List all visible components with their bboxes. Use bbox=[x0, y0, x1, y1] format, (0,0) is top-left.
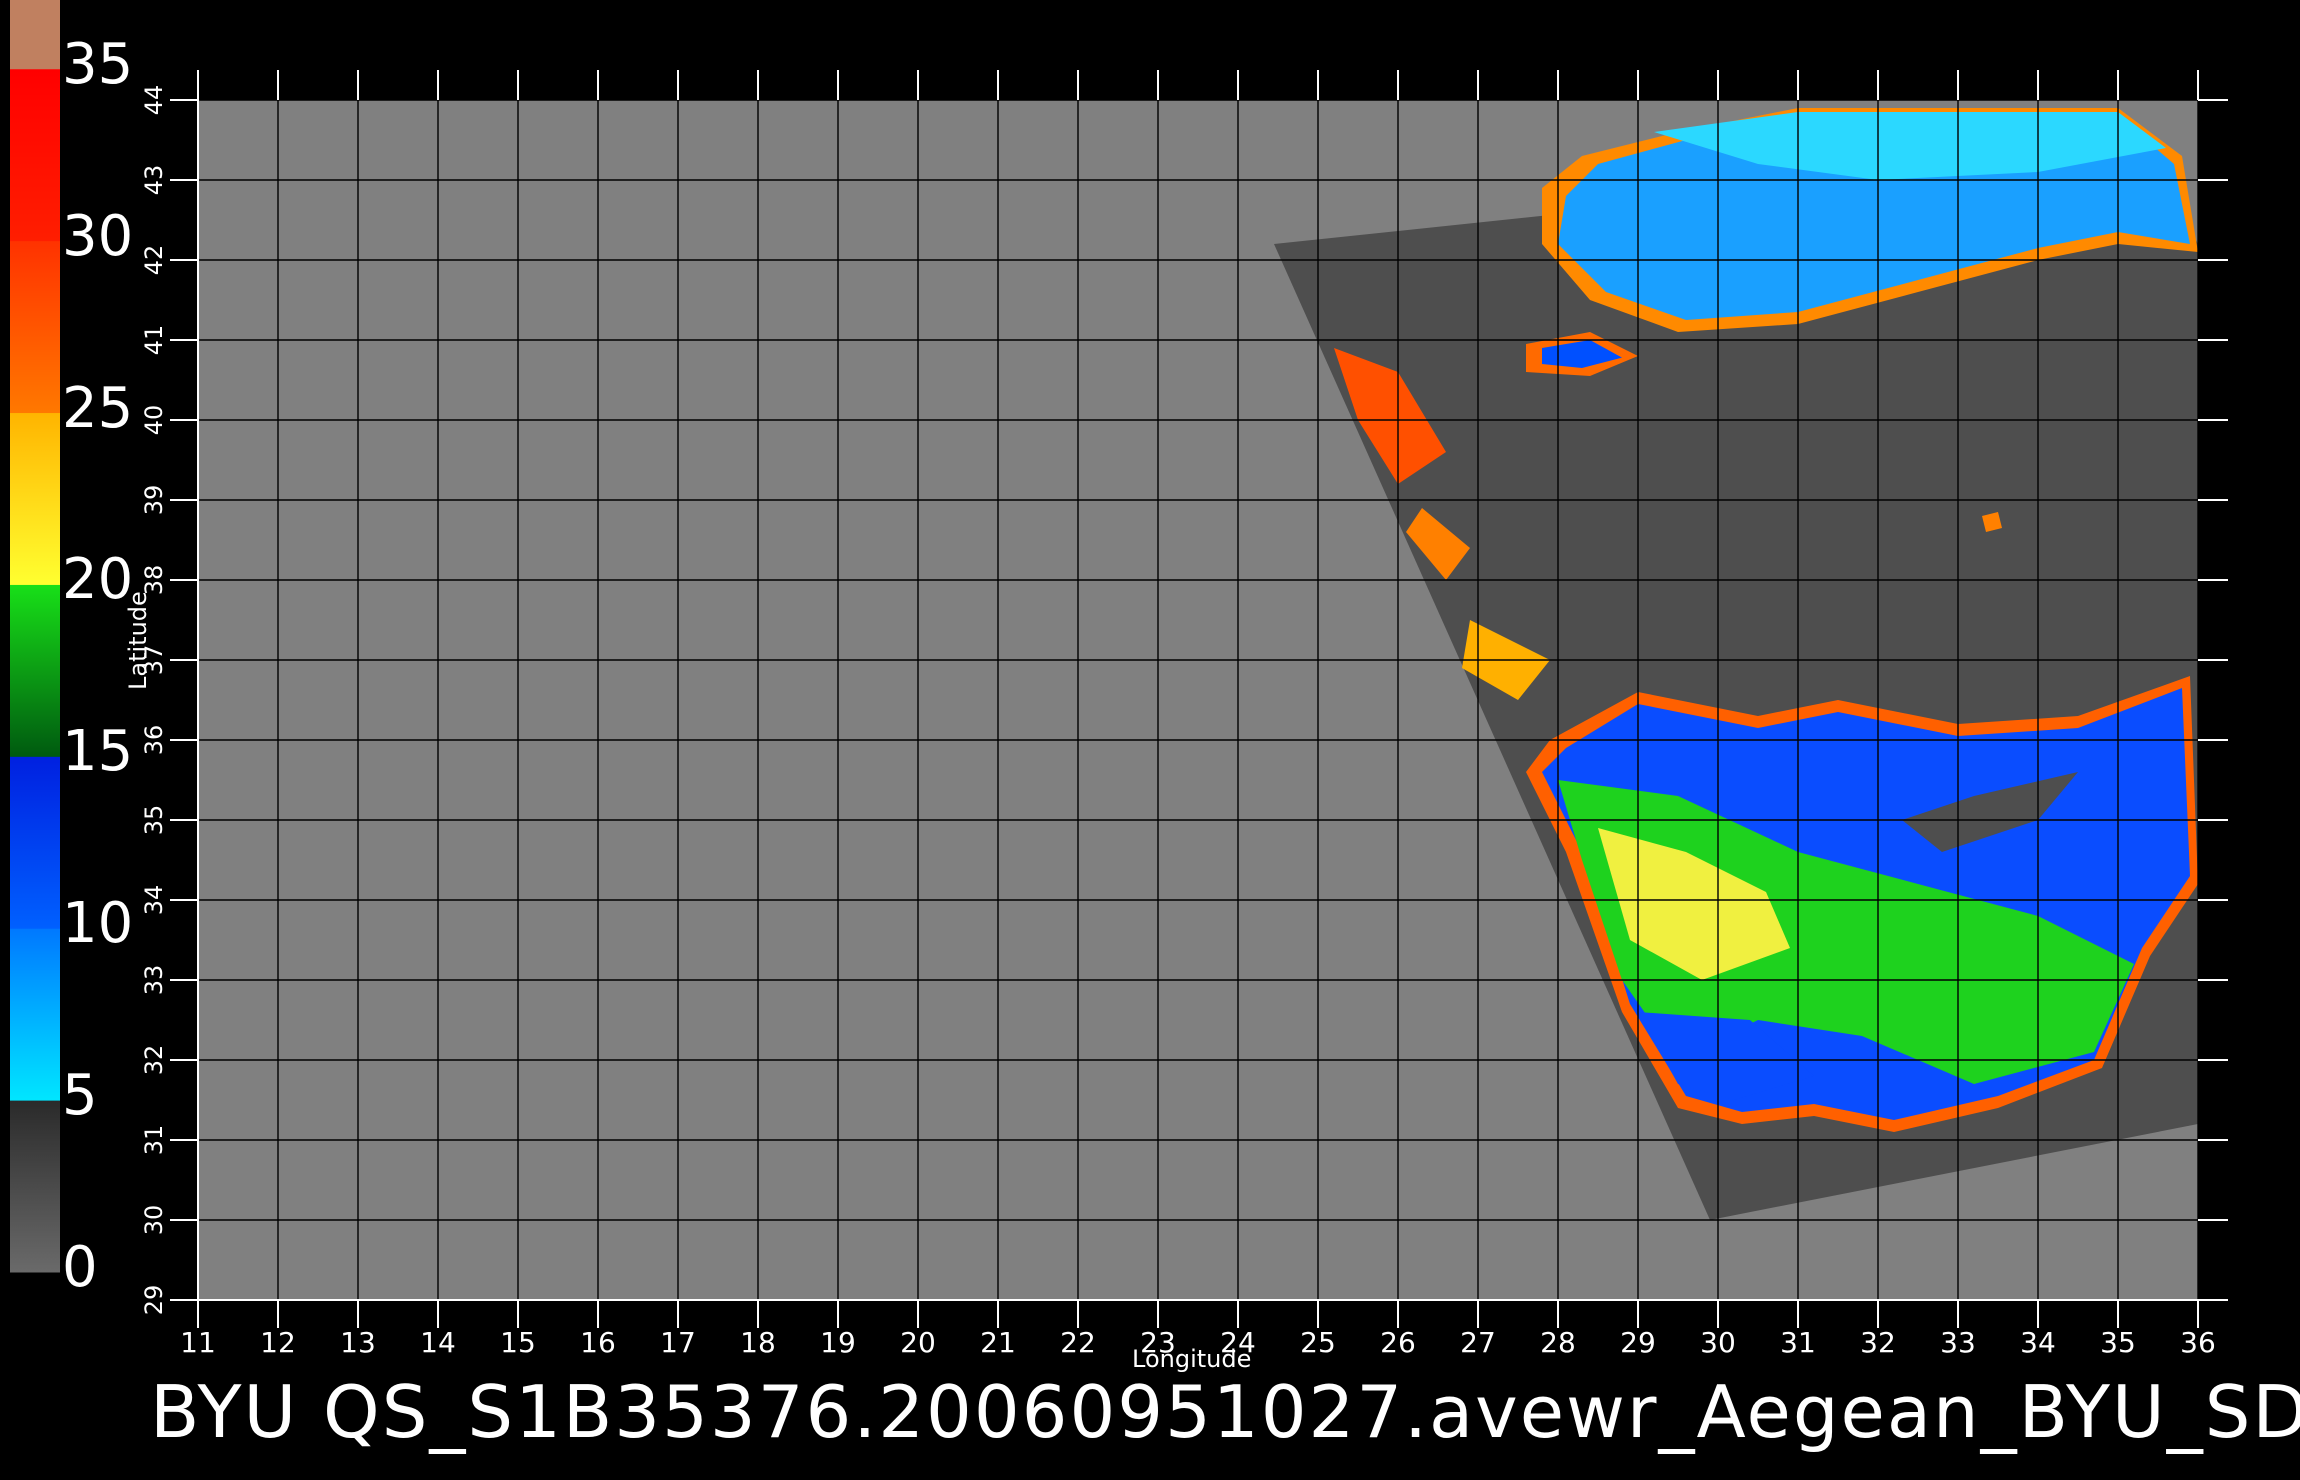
lon-tick-label-35: 35 bbox=[2100, 1326, 2136, 1359]
colorbar-label-15: 15 bbox=[62, 719, 134, 785]
colorbar-label-35: 35 bbox=[62, 31, 134, 97]
colorbar bbox=[10, 0, 60, 1273]
map-area bbox=[197, 99, 2199, 1301]
colorbar-label-5: 5 bbox=[62, 1063, 98, 1129]
colorbar-label-0: 0 bbox=[62, 1235, 98, 1300]
lon-tick-label-25: 25 bbox=[1300, 1326, 1336, 1359]
lon-tick-label-16: 16 bbox=[580, 1326, 616, 1359]
colorbar-segment-35-37 bbox=[10, 0, 60, 70]
lat-tick-label-44: 44 bbox=[140, 85, 168, 116]
lon-tick-label-17: 17 bbox=[660, 1326, 696, 1359]
colorbar-label-25: 25 bbox=[62, 375, 134, 441]
lon-tick-label-31: 31 bbox=[1780, 1326, 1816, 1359]
lat-tick-label-31: 31 bbox=[140, 1125, 168, 1156]
lon-tick-label-32: 32 bbox=[1860, 1326, 1896, 1359]
lon-tick-label-33: 33 bbox=[1940, 1326, 1976, 1359]
lat-tick-label-42: 42 bbox=[140, 245, 168, 276]
colorbar-label-20: 20 bbox=[62, 547, 134, 613]
lon-tick-label-18: 18 bbox=[740, 1326, 776, 1359]
lat-tick-label-33: 33 bbox=[140, 965, 168, 996]
lon-tick-label-15: 15 bbox=[500, 1326, 536, 1359]
lon-tick-label-22: 22 bbox=[1060, 1326, 1096, 1359]
lon-tick-label-12: 12 bbox=[260, 1326, 296, 1359]
lat-tick-label-29: 29 bbox=[140, 1285, 168, 1316]
lat-tick-label-30: 30 bbox=[140, 1205, 168, 1236]
wind-map-plot: 11 12 13 14 15 16 17 18 19 20 21 22 23 24 25 26 27 28 29 30… bbox=[10, 0, 2228, 1359]
lon-tick-label-26: 26 bbox=[1380, 1326, 1416, 1359]
lon-tick-label-27: 27 bbox=[1460, 1326, 1496, 1359]
lon-tick-label-30: 30 bbox=[1700, 1326, 1736, 1359]
lon-tick-label-28: 28 bbox=[1540, 1326, 1576, 1359]
x-axis-title: Longitude bbox=[1132, 1345, 1252, 1373]
wind-map-figure: 11 12 13 14 15 16 17 18 19 20 21 22 23 24 25 26 27 28 29 30… bbox=[0, 0, 2300, 1480]
colorbar-segment-10-15 bbox=[10, 756, 60, 929]
lon-tick-label-21: 21 bbox=[980, 1326, 1016, 1359]
lon-tick-label-11: 11 bbox=[180, 1326, 216, 1359]
lon-tick-label-34: 34 bbox=[2020, 1326, 2056, 1359]
lat-tick-label-39: 39 bbox=[140, 485, 168, 516]
colorbar-segment-0-5 bbox=[10, 1100, 60, 1273]
lat-tick-label-35: 35 bbox=[140, 805, 168, 836]
lat-tick-label-41: 41 bbox=[140, 325, 168, 356]
lat-tick-label-34: 34 bbox=[140, 885, 168, 916]
lon-tick-label-13: 13 bbox=[340, 1326, 376, 1359]
lon-tick-label-14: 14 bbox=[420, 1326, 456, 1359]
colorbar-label-10: 10 bbox=[62, 891, 134, 957]
lon-tick-label-36: 36 bbox=[2180, 1326, 2216, 1359]
colorbar-segment-30-35 bbox=[10, 68, 60, 242]
figure-title: BYU QS_S1B35376.20060951027.avewr_Aegean… bbox=[150, 1370, 2300, 1454]
lon-tick-label-29: 29 bbox=[1620, 1326, 1656, 1359]
lon-tick-label-20: 20 bbox=[900, 1326, 936, 1359]
colorbar-segment-15-20 bbox=[10, 584, 60, 757]
colorbar-segment-20-25 bbox=[10, 412, 60, 585]
lat-tick-label-40: 40 bbox=[140, 405, 168, 436]
colorbar-segment-25-30 bbox=[10, 240, 60, 414]
colorbar-segment-5-10 bbox=[10, 928, 60, 1101]
lat-tick-label-32: 32 bbox=[140, 1045, 168, 1076]
lat-tick-label-43: 43 bbox=[140, 165, 168, 196]
lon-tick-label-19: 19 bbox=[820, 1326, 856, 1359]
colorbar-label-30: 30 bbox=[62, 203, 134, 269]
y-axis-title: Latitude bbox=[124, 591, 152, 690]
lat-tick-label-36: 36 bbox=[140, 725, 168, 756]
